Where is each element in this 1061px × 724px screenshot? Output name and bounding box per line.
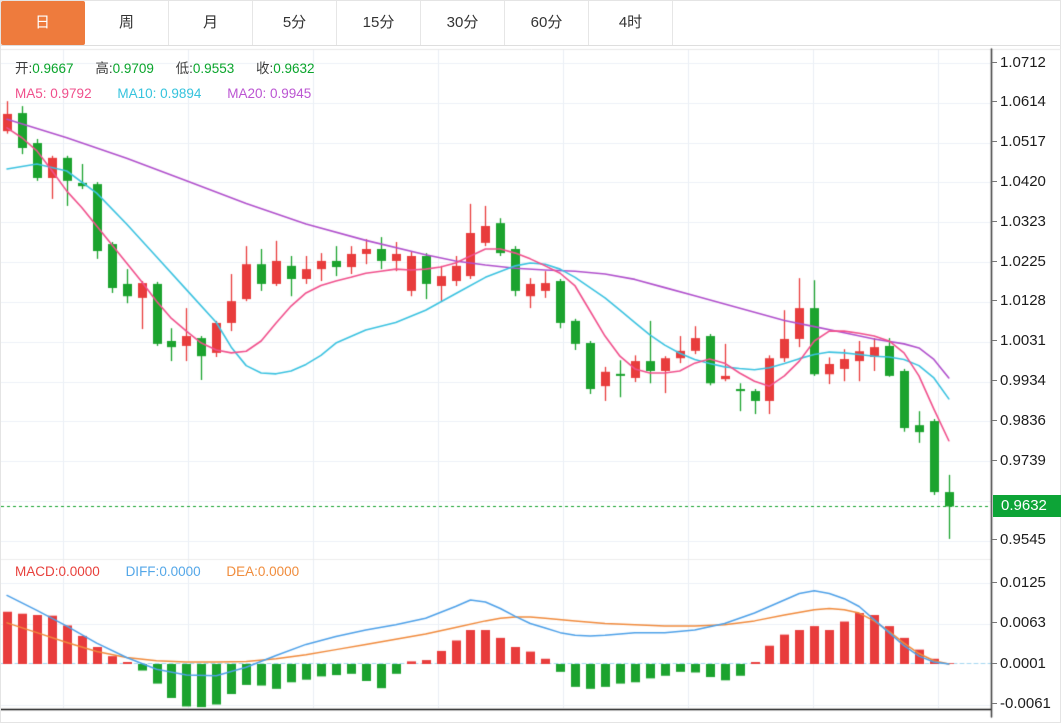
price-tick-label: 1.0128 (992, 292, 1046, 309)
ma20-label: MA20: (227, 86, 267, 101)
diff-value: 0.0000 (159, 564, 201, 579)
ma-info: MA5: 0.9792 MA10: 0.9894 MA20: 0.9945 (15, 86, 311, 101)
price-tick-label: 0.9836 (992, 412, 1046, 429)
high-label: 高: (95, 61, 113, 76)
macd-info: MACD:0.0000 DIFF:0.0000 DEA:0.0000 (15, 564, 299, 579)
kline-chart-app: 日 周 月 5分 15分 30分 60分 4时 开:0.9667 高:0.970… (0, 0, 1061, 724)
low-label: 低: (175, 61, 193, 76)
tab-4hour[interactable]: 4时 (589, 1, 673, 45)
open-label: 开: (15, 61, 33, 76)
ohlc-info: 开:0.9667 高:0.9709 低:0.9553 收:0.9632 (15, 57, 333, 77)
price-tick-label: 0.9545 (992, 531, 1046, 548)
diff-label: DIFF: (125, 564, 160, 579)
price-tick-label: 1.0225 (992, 253, 1046, 270)
macd-value: 0.0000 (58, 564, 100, 579)
price-tick-label: 0.9739 (992, 452, 1046, 469)
ma10-label: MA10: (117, 86, 157, 101)
close-label: 收: (255, 61, 274, 76)
dea-label: DEA: (226, 564, 258, 579)
tab-week[interactable]: 周 (85, 1, 169, 45)
macd-label: MACD: (15, 564, 59, 579)
price-tick-label: 1.0420 (992, 173, 1046, 190)
close-value: 0.9632 (273, 61, 315, 76)
ma20-value: 0.9945 (270, 86, 312, 101)
price-tick-label: 0.9934 (992, 372, 1046, 389)
price-tick-label: 1.0712 (992, 54, 1046, 71)
tab-15min[interactable]: 15分 (337, 1, 421, 45)
dea-value: 0.0000 (257, 564, 300, 579)
macd-tick-label: 0.0063 (992, 614, 1046, 631)
candlestick-macd-chart-canvas[interactable] (1, 1, 1061, 724)
tab-month[interactable]: 月 (169, 1, 253, 45)
low-value: 0.9553 (192, 61, 235, 76)
macd-tick-label: 0.0125 (992, 574, 1046, 591)
price-tick-label: 1.0323 (992, 213, 1046, 230)
tab-60min[interactable]: 60分 (505, 1, 589, 45)
tab-5min[interactable]: 5分 (253, 1, 337, 45)
price-tick-label: 1.0614 (992, 93, 1046, 110)
open-value: 0.9667 (32, 61, 74, 76)
last-price-badge: 0.9632 (993, 495, 1061, 518)
timeframe-tabbar: 日 周 月 5分 15分 30分 60分 4时 (1, 1, 1060, 46)
tab-30min[interactable]: 30分 (421, 1, 505, 45)
ma10-value: 0.9894 (160, 86, 202, 101)
high-value: 0.9709 (112, 61, 154, 76)
macd-tick-label: -0.0061 (992, 695, 1051, 712)
price-tick-label: 1.0517 (992, 133, 1046, 150)
tab-day[interactable]: 日 (1, 1, 85, 45)
ma5-value: 0.9792 (50, 86, 92, 101)
ma5-label: MA5: (15, 86, 47, 101)
macd-tick-label: 0.0001 (992, 655, 1046, 672)
price-tick-label: 1.0031 (992, 332, 1046, 349)
